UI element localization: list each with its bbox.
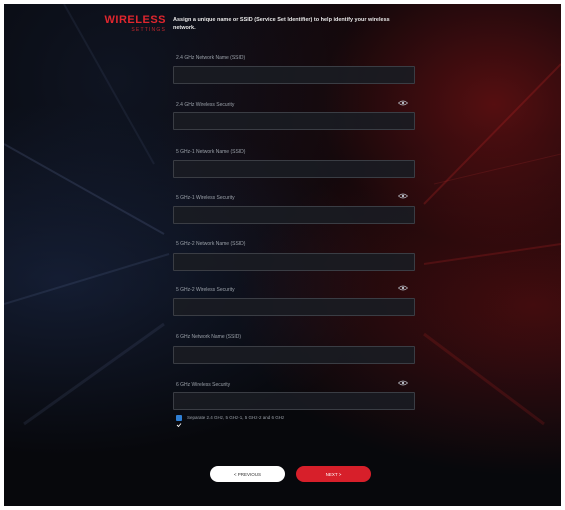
checkmark-icon (176, 423, 182, 428)
security-5g2-input[interactable] (173, 298, 415, 316)
separate-bands-label: Separate 2.4 GHz, 5 GHz-1, 5 GHz-2 and 6… (187, 415, 285, 420)
separate-bands-checkbox[interactable] (176, 415, 182, 428)
security-2g-input[interactable] (173, 112, 415, 130)
security-5g1-input[interactable] (173, 206, 415, 224)
security-5g2-label: 5 GHz-2 Wireless Security (176, 287, 235, 293)
wireless-settings-logo: WIRELESS SETTINGS (96, 14, 166, 34)
ssid-5g1-input[interactable] (173, 160, 415, 178)
security-5g1-label: 5 GHz-1 Wireless Security (176, 195, 235, 201)
ssid-5g1-label: 5 GHz-1 Network Name (SSID) (176, 149, 246, 155)
show-password-icon[interactable] (398, 285, 408, 291)
security-6g-label: 6 GHz Wireless Security (176, 382, 231, 388)
show-password-icon[interactable] (398, 100, 408, 106)
ssid-2g-label: 2.4 GHz Network Name (SSID) (176, 55, 246, 61)
next-button[interactable]: NEXT > (296, 466, 371, 482)
show-password-icon[interactable] (398, 193, 408, 199)
security-6g-input[interactable] (173, 392, 415, 410)
logo-subtitle: SETTINGS (131, 27, 166, 33)
wizard-screen: WIRELESS SETTINGS Assign a unique name o… (4, 4, 561, 506)
ssid-6g-label: 6 GHz Network Name (SSID) (176, 334, 242, 340)
show-password-icon[interactable] (398, 380, 408, 386)
ssid-2g-input[interactable] (173, 66, 415, 84)
logo-title: WIRELESS (104, 14, 166, 26)
ssid-5g2-input[interactable] (173, 253, 415, 271)
ssid-5g2-label: 5 GHz-2 Network Name (SSID) (176, 241, 246, 247)
ssid-6g-input[interactable] (173, 346, 415, 364)
intro-text: Assign a unique name or SSID (Service Se… (173, 17, 390, 31)
security-2g-label: 2.4 GHz Wireless Security (176, 102, 235, 108)
previous-button[interactable]: < PREVIOUS (210, 466, 285, 482)
